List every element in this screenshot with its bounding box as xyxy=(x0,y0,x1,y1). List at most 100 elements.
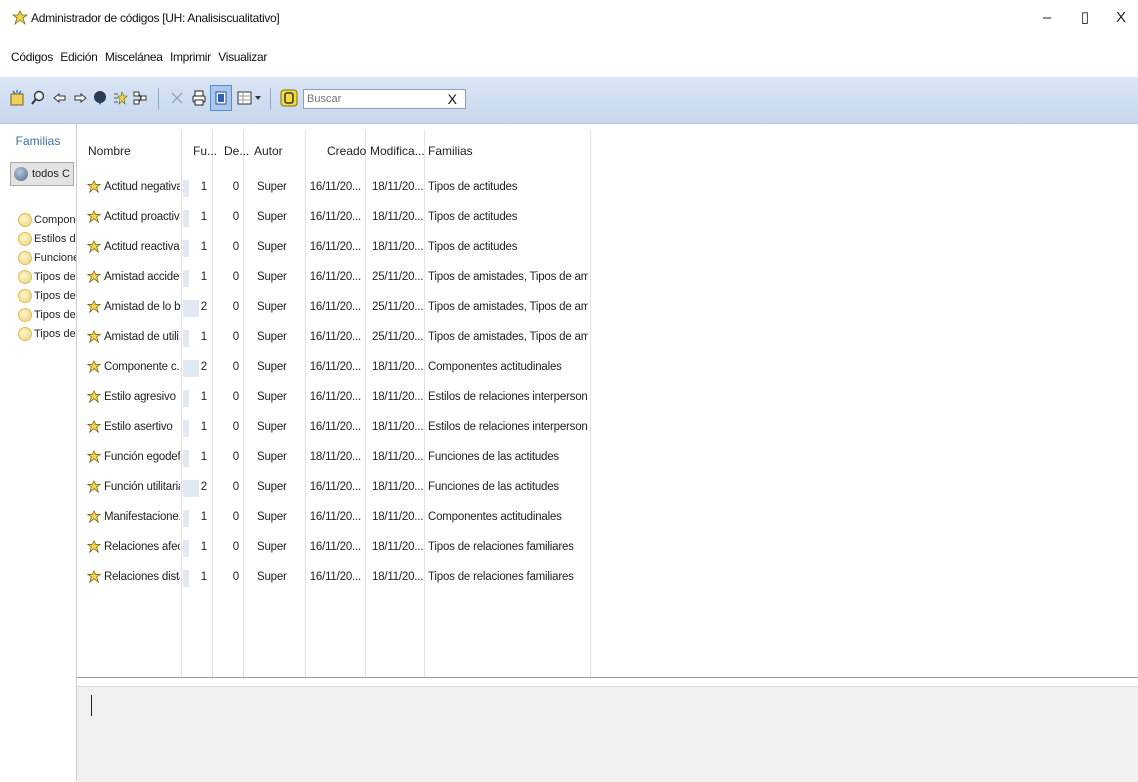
quotations-icon[interactable] xyxy=(111,89,129,107)
search-input[interactable] xyxy=(307,91,437,107)
author-value: Super xyxy=(257,541,287,553)
forward-icon[interactable] xyxy=(71,89,89,107)
families-value: Tipos de relaciones familiares xyxy=(428,541,574,553)
groundedness-value: 2 xyxy=(200,361,207,373)
created-value: 16/11/20... xyxy=(309,181,361,193)
density-value: 0 xyxy=(232,511,239,523)
table-row[interactable]: Relaciones dista... 1 0 Super 16/11/20... 18/… xyxy=(77,564,597,594)
table-row[interactable]: Función utilitaria 2 0 Super 16/11/20... 18/1… xyxy=(77,474,597,504)
groundedness-value: 1 xyxy=(200,571,207,583)
family-item[interactable]: Compone xyxy=(18,212,76,230)
menu-miscelanea[interactable]: Miscelánea xyxy=(105,50,163,64)
table-row[interactable]: Amistad accide... 1 0 Super 16/11/20... 25/11… xyxy=(77,264,597,294)
modified-value: 18/11/20... xyxy=(372,211,424,223)
header-modificado[interactable]: Modifica... xyxy=(370,144,425,158)
table-row[interactable]: Actitud proactiva 1 0 Super 16/11/20... 18/11… xyxy=(77,204,597,234)
search-box: X xyxy=(303,89,466,109)
code-name: Relaciones afect... xyxy=(104,541,180,553)
families-value: Tipos de amistades, Tipos de ami... xyxy=(428,271,588,283)
table-row[interactable]: Manifestacione... 1 0 Super 16/11/20... 18/11… xyxy=(77,504,597,534)
groundedness-value: 1 xyxy=(200,511,207,523)
created-value: 16/11/20... xyxy=(309,331,361,343)
author-value: Super xyxy=(257,331,287,343)
find-icon[interactable] xyxy=(29,89,47,107)
table-row[interactable]: Componente c... 2 0 Super 16/11/20... 18/11/2… xyxy=(77,354,597,384)
minimize-button[interactable]: – xyxy=(1032,6,1062,30)
density-value: 0 xyxy=(232,481,239,493)
family-icon xyxy=(18,232,32,246)
created-value: 16/11/20... xyxy=(309,211,361,223)
density-value: 0 xyxy=(232,331,239,343)
menu-edicion[interactable]: Edición xyxy=(60,50,98,64)
author-value: Super xyxy=(257,481,287,493)
table-row[interactable]: Función egodef... 1 0 Super 18/11/20... 18/11… xyxy=(77,444,597,474)
table-row[interactable]: Estilo asertivo 1 0 Super 16/11/20... 18/11/2… xyxy=(77,414,597,444)
clear-search-button[interactable]: X xyxy=(448,90,457,108)
view-single-icon[interactable] xyxy=(210,85,232,111)
table-row[interactable]: Actitud reactiva 1 0 Super 16/11/20... 18/11/… xyxy=(77,234,597,264)
code-icon xyxy=(87,360,101,374)
modified-value: 18/11/20... xyxy=(372,571,424,583)
all-codes-button[interactable]: todos C xyxy=(10,162,74,186)
density-value: 0 xyxy=(232,301,239,313)
restore-button[interactable]: ▯ xyxy=(1070,6,1100,30)
created-value: 18/11/20... xyxy=(309,451,361,463)
header-nombre[interactable]: Nombre xyxy=(88,144,131,158)
header-creado[interactable]: Creado xyxy=(327,144,366,158)
family-item[interactable]: Estilos de xyxy=(18,231,76,249)
header-densidad[interactable]: De... xyxy=(224,144,249,158)
code-name: Componente c... xyxy=(104,361,180,373)
chevron-down-icon[interactable] xyxy=(253,89,263,107)
author-value: Super xyxy=(257,571,287,583)
created-value: 16/11/20... xyxy=(309,361,361,373)
family-label: Tipos de a xyxy=(34,309,76,321)
created-value: 16/11/20... xyxy=(309,241,361,253)
family-item[interactable]: Tipos de r xyxy=(18,326,76,344)
author-value: Super xyxy=(257,181,287,193)
family-label: Funciones xyxy=(34,252,76,264)
family-item[interactable]: Tipos de a xyxy=(18,307,76,325)
table-row[interactable]: Estilo agresivo 1 0 Super 16/11/20... 18/11/2… xyxy=(77,384,597,414)
family-item[interactable]: Tipos de a xyxy=(18,269,76,287)
code-name: Estilo asertivo xyxy=(104,421,173,433)
close-button[interactable]: X xyxy=(1106,6,1136,30)
network-icon[interactable] xyxy=(131,89,149,107)
family-label: Tipos de a xyxy=(34,271,76,283)
density-value: 0 xyxy=(232,211,239,223)
comment-editor[interactable] xyxy=(77,686,1138,782)
menu-visualizar[interactable]: Visualizar xyxy=(218,50,267,64)
modified-value: 25/11/20... xyxy=(372,331,424,343)
view-grid-icon[interactable] xyxy=(236,89,254,107)
table-row[interactable]: Relaciones afect... 1 0 Super 16/11/20... 18/… xyxy=(77,534,597,564)
text-caret xyxy=(91,695,92,716)
header-familias[interactable]: Familias xyxy=(428,144,473,158)
menu-imprimir[interactable]: Imprimir xyxy=(170,50,211,64)
family-item[interactable]: Tipos de a xyxy=(18,288,76,306)
splitter[interactable] xyxy=(77,677,1138,678)
table-row[interactable]: Amistad de lo b... 2 0 Super 16/11/20... 25/1… xyxy=(77,294,597,324)
density-value: 0 xyxy=(232,181,239,193)
menu-codigos[interactable]: Códigos xyxy=(11,50,53,64)
table-row[interactable]: Actitud negativa 1 0 Super 16/11/20... 18/11/… xyxy=(77,174,597,204)
code-name: Función utilitaria xyxy=(104,481,180,493)
family-item[interactable]: Funciones xyxy=(18,250,76,268)
print-icon[interactable] xyxy=(190,89,208,107)
header-autor[interactable]: Autor xyxy=(254,144,283,158)
delete-icon[interactable] xyxy=(168,89,186,107)
density-value: 0 xyxy=(232,571,239,583)
code-icon xyxy=(87,570,101,584)
code-name: Actitud proactiva xyxy=(104,211,180,223)
created-value: 16/11/20... xyxy=(309,271,361,283)
families-value: Componentes actitudinales xyxy=(428,511,562,523)
author-value: Super xyxy=(257,211,287,223)
groundedness-value: 1 xyxy=(200,241,207,253)
table-row[interactable]: Amistad de utili... 1 0 Super 16/11/20... 25/… xyxy=(77,324,597,354)
header-fundamentacion[interactable]: Fu... xyxy=(193,144,217,158)
filter-icon[interactable] xyxy=(280,89,298,107)
back-icon[interactable] xyxy=(51,89,69,107)
balloon-icon[interactable] xyxy=(91,89,109,107)
new-code-icon[interactable] xyxy=(8,89,26,107)
code-name: Función egodef... xyxy=(104,451,180,463)
density-value: 0 xyxy=(232,241,239,253)
groundedness-value: 1 xyxy=(200,181,207,193)
